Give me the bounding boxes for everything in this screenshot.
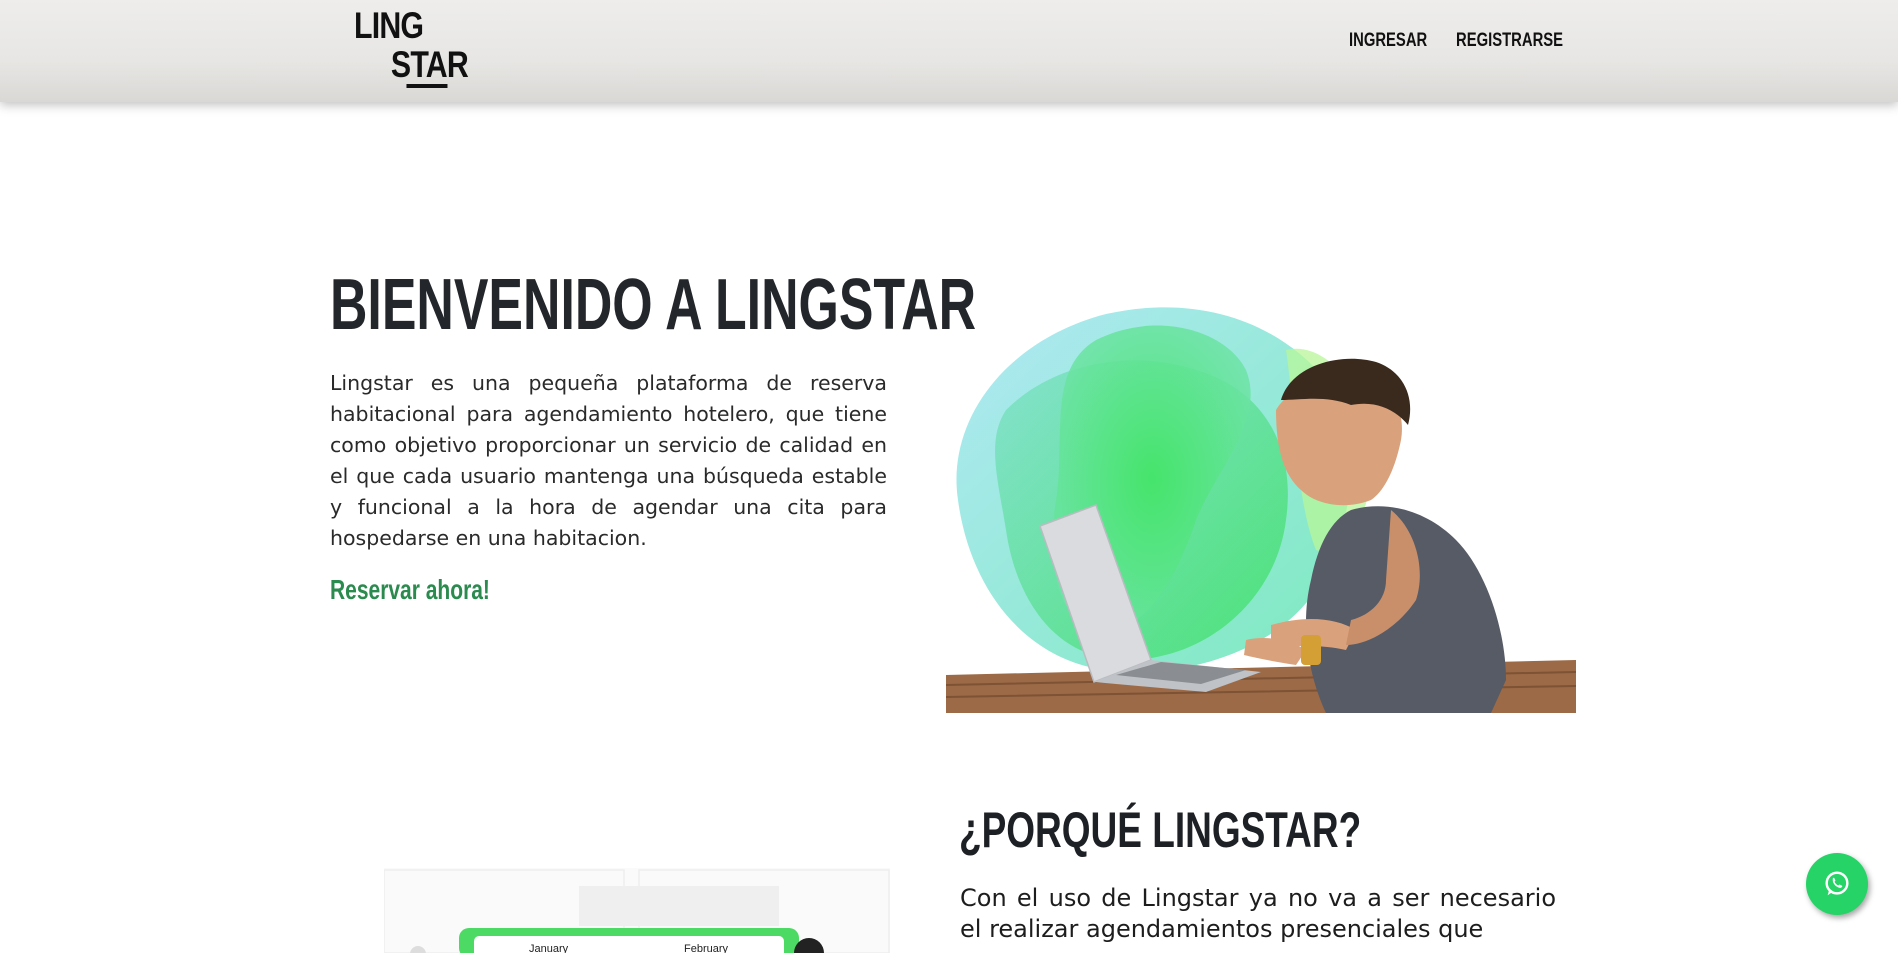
logo-underline	[406, 84, 448, 88]
hero-title: BIENVENIDO A LINGSTAR	[330, 265, 977, 345]
logo-line-2: STAR	[390, 44, 469, 85]
why-lingstar-title: ¿PORQUÉ LINGSTAR?	[959, 802, 1362, 858]
reserve-now-link[interactable]: Reservar ahora!	[330, 574, 490, 606]
nav-register-link[interactable]: REGISTRARSE	[1456, 30, 1563, 52]
calendar-month-january: January	[529, 943, 569, 953]
nav-login-link[interactable]: INGRESAR	[1349, 30, 1427, 52]
lingstar-logo[interactable]: LING STAR	[354, 5, 469, 90]
whatsapp-icon	[1825, 871, 1849, 896]
calendar-month-february: February	[684, 943, 729, 953]
hero-illustration	[946, 307, 1576, 713]
hero-description: Lingstar es una pequeña plataforma de re…	[330, 371, 887, 550]
logo-line-1: LING	[354, 5, 424, 46]
calendar-illustration: January February	[384, 868, 890, 953]
whatsapp-chat-button[interactable]	[1806, 853, 1868, 915]
top-navbar: LING STAR INGRESAR REGISTRARSE	[0, 0, 1898, 102]
why-lingstar-text: Con el uso de Lingstar ya no va a ser ne…	[960, 884, 1556, 943]
